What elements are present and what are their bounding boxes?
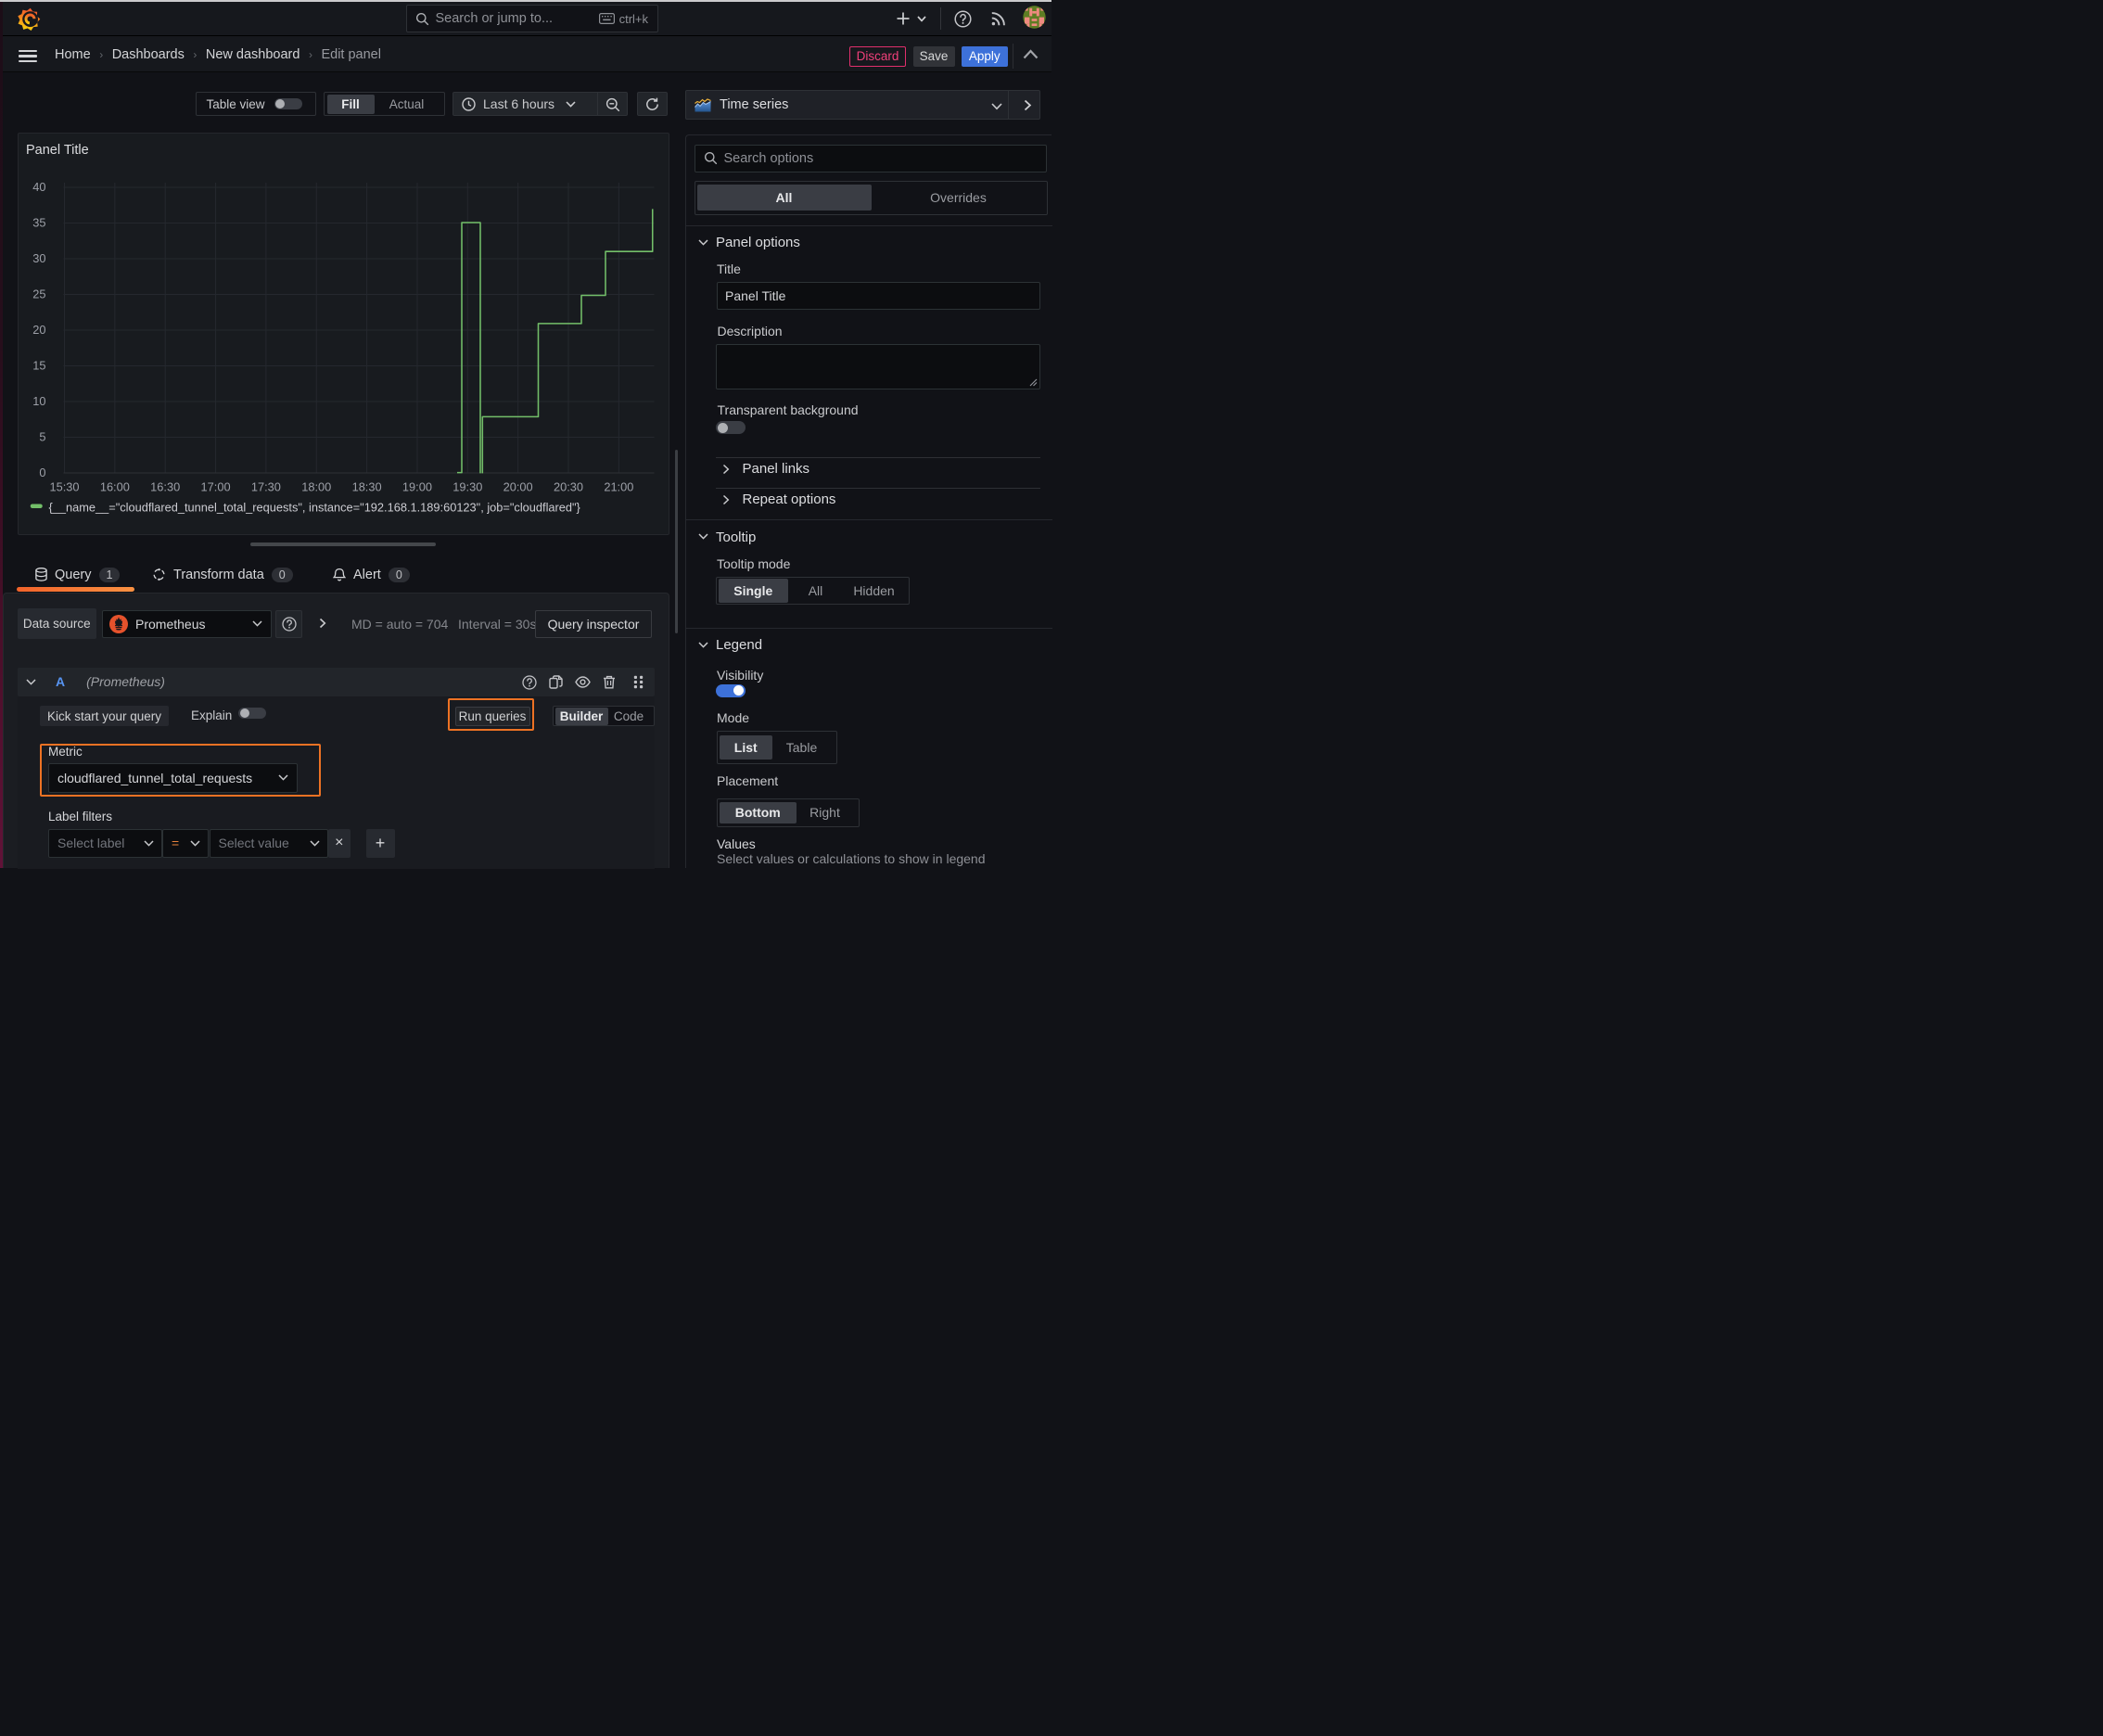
svg-text:20:30: 20:30: [553, 479, 582, 493]
svg-text:{__name__="cloudflared_tunnel_: {__name__="cloudflared_tunnel_total_requ…: [48, 500, 580, 514]
svg-text:40: 40: [32, 180, 45, 194]
svg-text:20: 20: [32, 323, 45, 337]
svg-text:10: 10: [32, 394, 45, 408]
svg-text:17:30: 17:30: [250, 479, 280, 493]
svg-text:19:00: 19:00: [401, 479, 431, 493]
svg-text:20:00: 20:00: [503, 479, 532, 493]
svg-text:16:30: 16:30: [150, 479, 180, 493]
svg-text:18:30: 18:30: [351, 479, 381, 493]
svg-text:30: 30: [32, 251, 45, 265]
svg-text:15: 15: [32, 358, 45, 372]
svg-text:15:30: 15:30: [49, 479, 79, 493]
svg-text:35: 35: [32, 215, 45, 229]
svg-text:16:00: 16:00: [99, 479, 129, 493]
svg-text:0: 0: [39, 466, 45, 479]
svg-text:19:30: 19:30: [452, 479, 482, 493]
svg-text:21:00: 21:00: [604, 479, 633, 493]
svg-text:25: 25: [32, 287, 45, 300]
svg-text:17:00: 17:00: [200, 479, 230, 493]
svg-text:18:00: 18:00: [301, 479, 331, 493]
svg-text:5: 5: [39, 429, 45, 443]
